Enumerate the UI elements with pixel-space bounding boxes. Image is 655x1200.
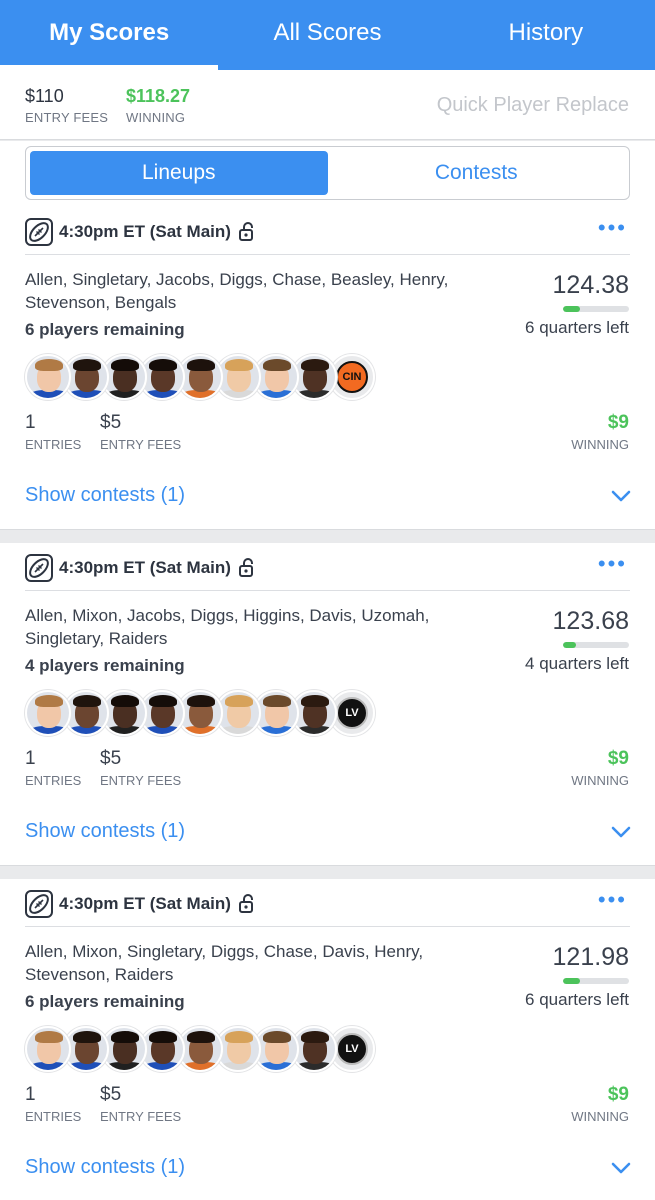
show-contests-link[interactable]: Show contests (1) [25,820,185,843]
quarters-left: 6 quarters left [525,990,629,1009]
winning-value: $9 [607,1084,629,1105]
winning-label: WINNING [571,1109,629,1124]
contest-time: 4:30pm ET (Sat Main) [59,558,231,577]
lineup-card: 4:30pm ET (Sat Main) ••• Allen, Singleta… [0,207,655,530]
players-remaining: 6 players remaining [25,992,185,1011]
lineup-score: 121.98 [552,943,629,971]
summary-bar: $110 ENTRY FEES $118.27 WINNING Quick Pl… [0,70,655,140]
show-contests-link[interactable]: Show contests (1) [25,1156,185,1179]
divider [25,254,630,255]
players-remaining: 6 players remaining [25,320,185,339]
winning-label: WINNING [571,437,629,452]
segment-lineups[interactable]: Lineups [30,151,328,195]
progress-bar-fill [563,306,580,312]
entries-label: ENTRIES [25,437,82,452]
unlock-icon[interactable] [238,222,256,242]
winning-stat: $9 WINNING [571,412,629,452]
lineup-card: 4:30pm ET (Sat Main) ••• Allen, Mixon, S… [0,879,655,1200]
contest-time: 4:30pm ET (Sat Main) [59,894,231,913]
unlock-icon[interactable] [238,558,256,578]
entries-stat: 1 ENTRIES [25,1084,81,1124]
total-winning-label: WINNING [126,110,186,125]
player-avatars: LV [25,1026,375,1074]
tab-my-scores[interactable]: My Scores [0,0,219,70]
entries-stat: 1 ENTRIES [25,748,81,788]
total-entry-fees: $110 ENTRY FEES [25,86,108,125]
lineup-player-names: Allen, Singletary, Jacobs, Diggs, Chase,… [25,270,449,312]
segment-contests[interactable]: Contests [328,151,626,195]
lineup-card: 4:30pm ET (Sat Main) ••• Allen, Mixon, J… [0,543,655,866]
total-entry-fees-label: ENTRY FEES [25,110,109,125]
divider [25,926,630,927]
entry-fees-value: $5 [100,412,122,433]
unlock-icon[interactable] [238,894,256,914]
progress-bar [563,978,629,984]
tab-history[interactable]: History [437,0,655,70]
more-options-icon[interactable]: ••• [598,217,627,239]
entry-fees-stat: $5 ENTRY FEES [100,1084,181,1124]
entry-fees-label: ENTRY FEES [100,1109,182,1124]
chevron-down-icon[interactable] [611,825,631,839]
segmented-control: Lineups Contests [25,146,630,200]
winning-stat: $9 WINNING [571,1084,629,1124]
quick-player-replace-button[interactable]: Quick Player Replace [437,94,629,117]
entry-fees-value: $5 [100,748,122,769]
entries-stat: 1 ENTRIES [25,412,81,452]
quarters-left: 4 quarters left [525,654,629,673]
show-contests-link[interactable]: Show contests (1) [25,484,185,507]
more-options-icon[interactable]: ••• [598,553,627,575]
total-winning: $118.27 WINNING [126,86,190,125]
winning-value: $9 [607,748,629,769]
lineup-card-header: 4:30pm ET (Sat Main) [25,217,256,247]
football-icon [25,890,53,918]
player-avatars: CIN [25,354,375,402]
players-remaining: 4 players remaining [25,656,185,675]
top-tab-bar: My Scores All Scores History [0,0,655,70]
progress-bar [563,306,629,312]
entries-value: 1 [25,412,36,433]
total-entry-fees-value: $110 [25,86,64,106]
quarters-left: 6 quarters left [525,318,629,337]
segment-wrapper: Lineups Contests [0,141,655,207]
player-avatar [25,354,71,400]
lineup-card-header: 4:30pm ET (Sat Main) [25,889,256,919]
lineup-card-list: 4:30pm ET (Sat Main) ••• Allen, Singleta… [0,207,655,1200]
progress-bar [563,642,629,648]
entries-value: 1 [25,748,36,769]
lineup-score: 124.38 [552,271,629,299]
player-avatar [25,690,71,736]
lineup-player-names: Allen, Mixon, Singletary, Diggs, Chase, … [25,942,424,984]
football-icon [25,218,53,246]
entry-fees-label: ENTRY FEES [100,773,182,788]
progress-bar-fill [563,978,580,984]
chevron-down-icon[interactable] [611,489,631,503]
entries-label: ENTRIES [25,773,82,788]
winning-label: WINNING [571,773,629,788]
player-avatars: LV [25,690,375,738]
progress-bar-fill [563,642,577,648]
entries-label: ENTRIES [25,1109,82,1124]
entry-fees-stat: $5 ENTRY FEES [100,412,181,452]
entry-fees-label: ENTRY FEES [100,437,182,452]
tab-all-scores[interactable]: All Scores [218,0,436,70]
entry-fees-value: $5 [100,1084,122,1105]
divider [25,590,630,591]
entries-value: 1 [25,1084,36,1105]
lineup-card-header: 4:30pm ET (Sat Main) [25,553,256,583]
football-icon [25,554,53,582]
more-options-icon[interactable]: ••• [598,889,627,911]
lineup-score: 123.68 [552,607,629,635]
lineup-player-names: Allen, Mixon, Jacobs, Diggs, Higgins, Da… [25,606,430,648]
player-avatar [25,1026,71,1072]
chevron-down-icon[interactable] [611,1161,631,1175]
winning-stat: $9 WINNING [571,748,629,788]
total-winning-value: $118.27 [126,86,191,106]
winning-value: $9 [607,412,629,433]
entry-fees-stat: $5 ENTRY FEES [100,748,181,788]
contest-time: 4:30pm ET (Sat Main) [59,222,231,241]
